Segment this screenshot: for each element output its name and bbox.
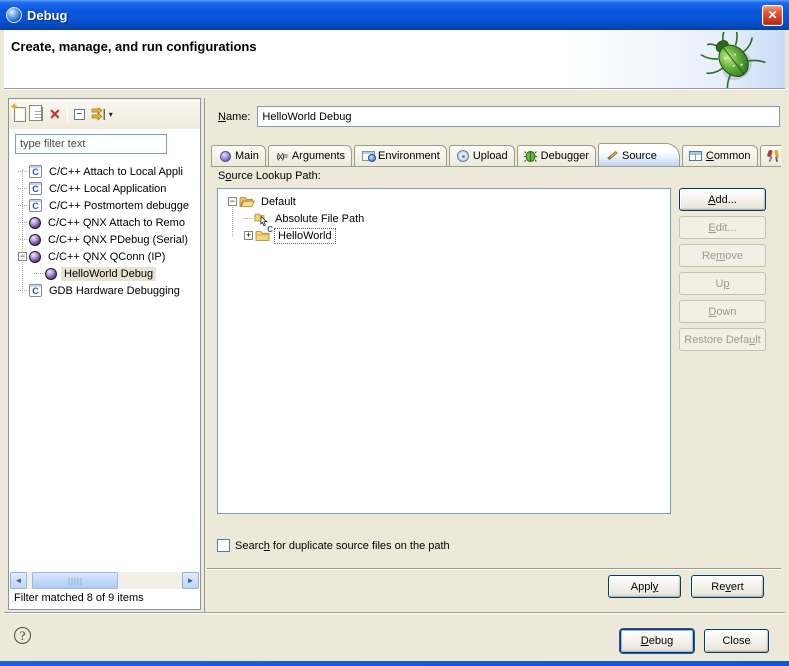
qnx-config-icon: [29, 234, 41, 246]
footer-bar: ? Debug Close: [4, 614, 785, 661]
config-tree-item[interactable]: C/C++ QNX PDebug (Serial): [9, 231, 200, 248]
arguments-tab-icon: (x)=: [275, 150, 289, 163]
title-bar[interactable]: Debug ✕: [0, 0, 789, 30]
configuration-detail-panel: Name: Main (x)= Arguments Environment Up…: [207, 98, 781, 612]
bug-image: [693, 32, 771, 88]
scroll-left-icon[interactable]: ◄: [10, 572, 27, 589]
debugger-tab-icon: [524, 150, 538, 163]
filter-input[interactable]: [15, 134, 167, 154]
c-application-icon: C: [29, 199, 42, 212]
name-row: Name:: [218, 106, 780, 127]
config-tree-item[interactable]: − C/C++ QNX QConn (IP): [9, 248, 200, 265]
window-title: Debug: [27, 8, 762, 23]
config-tree-item-selected[interactable]: HelloWorld Debug: [9, 265, 200, 282]
configurations-panel: ✦ ✕ − ▾ C C/C++ A: [8, 98, 201, 610]
tab-common[interactable]: Common: [682, 145, 758, 166]
open-folder-icon: [239, 195, 255, 208]
source-lookup-list[interactable]: − Default Absolute File Path +: [217, 188, 671, 514]
panel-divider: [204, 98, 205, 612]
toolbar-separator: [67, 106, 68, 122]
scroll-right-icon[interactable]: ►: [182, 572, 199, 589]
source-tree-item[interactable]: Absolute File Path: [228, 210, 670, 227]
project-folder-icon: C: [255, 229, 271, 242]
tab-debugger[interactable]: Debugger: [517, 145, 596, 166]
restore-default-button[interactable]: Restore Default: [679, 328, 766, 351]
tab-bar: Main (x)= Arguments Environment Upload D…: [211, 143, 781, 167]
app-icon: [6, 7, 22, 23]
duplicate-search-row: Search for duplicate source files on the…: [217, 539, 450, 552]
header-title: Create, manage, and run configurations: [11, 39, 257, 54]
tab-source[interactable]: Source: [598, 143, 680, 167]
c-overlay-icon: C: [267, 225, 273, 234]
debug-dialog: Debug ✕ Create, manage, and run configur…: [0, 0, 789, 666]
close-icon[interactable]: ✕: [762, 5, 783, 26]
new-configuration-button[interactable]: ✦: [14, 104, 26, 124]
tab-upload[interactable]: Upload: [449, 145, 515, 166]
collapse-expander-icon[interactable]: −: [228, 197, 237, 206]
header-separator: [4, 88, 785, 90]
qnx-config-icon: [45, 268, 57, 280]
source-tree-item-focused[interactable]: + C HelloWorld: [228, 227, 670, 244]
close-button[interactable]: Close: [704, 629, 769, 653]
edit-button[interactable]: Edit...: [679, 216, 766, 239]
config-tree-item[interactable]: C C/C++ Postmortem debugge: [9, 197, 200, 214]
down-button[interactable]: Down: [679, 300, 766, 323]
expand-expander-icon[interactable]: +: [244, 231, 253, 240]
lookup-buttons: Add... Edit... Remove Up Down Restore De…: [679, 188, 766, 351]
filter-icon: [91, 108, 107, 121]
search-duplicates-checkbox[interactable]: [217, 539, 230, 552]
debug-button[interactable]: Debug: [620, 629, 694, 653]
revert-button[interactable]: Revert: [691, 575, 764, 598]
source-tree-item[interactable]: − Default: [228, 193, 670, 210]
config-toolbar: ✦ ✕ − ▾: [9, 99, 200, 129]
tools-tab-icon: [767, 150, 781, 163]
filter-status: Filter matched 8 of 9 items: [9, 589, 200, 609]
config-tree-item[interactable]: C GDB Hardware Debugging: [9, 282, 200, 299]
button-bar-separator: [207, 568, 781, 570]
apply-button[interactable]: Apply: [608, 575, 681, 598]
remove-button[interactable]: Remove: [679, 244, 766, 267]
name-input[interactable]: [257, 106, 780, 127]
c-application-icon: C: [29, 284, 42, 297]
config-tree-item[interactable]: C C/C++ Local Application: [9, 180, 200, 197]
chevron-down-icon: ▾: [109, 110, 113, 119]
upload-tab-icon: [456, 150, 470, 163]
tab-arguments[interactable]: (x)= Arguments: [268, 145, 352, 166]
delete-configuration-button[interactable]: ✕: [49, 104, 61, 124]
config-tree: C C/C++ Attach to Local Appli C C/C++ Lo…: [9, 157, 200, 572]
tab-environment[interactable]: Environment: [354, 145, 447, 166]
help-icon[interactable]: ?: [14, 627, 31, 644]
header-banner: Create, manage, and run configurations: [4, 30, 785, 88]
main-tab-icon: [218, 150, 232, 163]
duplicate-configuration-button[interactable]: [32, 104, 43, 124]
filter-row: [15, 134, 194, 154]
c-application-icon: C: [29, 165, 42, 178]
source-lookup-path-label: Source Lookup Path:: [218, 170, 321, 182]
config-tree-item[interactable]: C C/C++ Attach to Local Appli: [9, 163, 200, 180]
name-label: Name:: [218, 111, 250, 123]
new-star-icon: ✦: [10, 102, 18, 113]
window-border: [0, 661, 789, 666]
filter-launch-configurations-button[interactable]: ▾: [91, 104, 113, 124]
config-tree-item[interactable]: C/C++ QNX Attach to Remo: [9, 214, 200, 231]
qnx-config-icon: [29, 251, 41, 263]
tab-tools[interactable]: Tools: [760, 145, 782, 166]
add-button[interactable]: Add...: [679, 188, 766, 211]
collapse-expander-icon[interactable]: −: [18, 252, 27, 261]
horizontal-scrollbar[interactable]: ◄ ►: [10, 572, 199, 589]
scrollbar-thumb[interactable]: [32, 572, 118, 589]
qnx-config-icon: [29, 217, 41, 229]
tab-main[interactable]: Main: [211, 145, 266, 166]
search-duplicates-label: Search for duplicate source files on the…: [235, 540, 450, 552]
environment-tab-icon: [361, 150, 375, 163]
source-tab-icon: [605, 149, 619, 162]
absolute-file-path-icon: [254, 212, 269, 226]
collapse-all-button[interactable]: −: [74, 104, 85, 124]
up-button[interactable]: Up: [679, 272, 766, 295]
common-tab-icon: [689, 150, 703, 163]
c-application-icon: C: [29, 182, 42, 195]
